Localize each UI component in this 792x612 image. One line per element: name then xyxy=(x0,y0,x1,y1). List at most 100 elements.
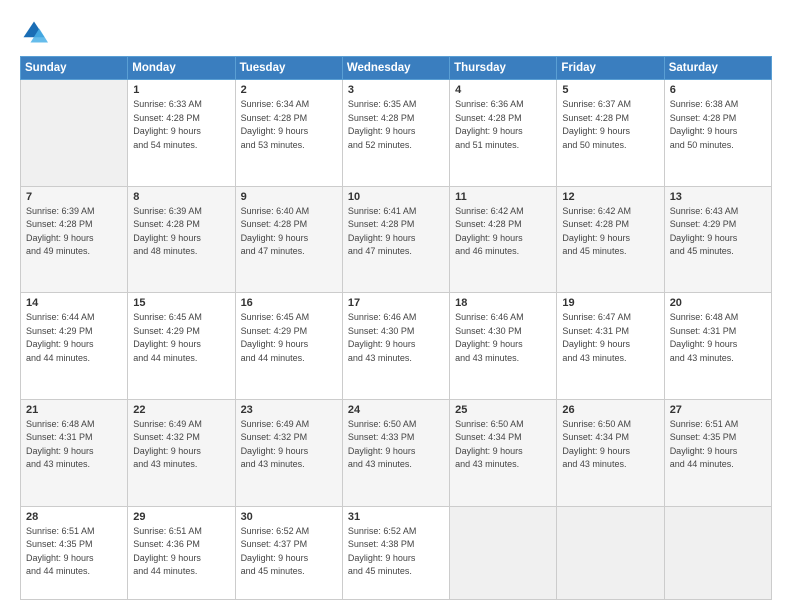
calendar-cell: 5 Sunrise: 6:37 AM Sunset: 4:28 PM Daylig… xyxy=(557,80,664,187)
day-info: Sunrise: 6:46 AM Sunset: 4:30 PM Dayligh… xyxy=(455,311,551,365)
day-number: 27 xyxy=(670,404,766,416)
day-number: 2 xyxy=(241,84,337,96)
calendar-cell xyxy=(450,506,557,599)
calendar-cell: 13Sunrise: 6:43 AM Sunset: 4:29 PM Dayli… xyxy=(664,186,771,293)
calendar-cell: 26 Sunrise: 6:50 AM Sunset: 4:34 PM Dayli… xyxy=(557,399,664,506)
day-number: 3 xyxy=(348,84,444,96)
day-number: 20 xyxy=(670,297,766,309)
calendar-cell xyxy=(21,80,128,187)
calendar-cell: 16 Sunrise: 6:45 AM Sunset: 4:29 PM Dayli… xyxy=(235,293,342,400)
calendar-cell: 19 Sunrise: 6:47 AM Sunset: 4:31 PM Dayli… xyxy=(557,293,664,400)
day-info: Sunrise: 6:47 AM Sunset: 4:31 PM Dayligh… xyxy=(562,311,658,365)
day-info: Sunrise: 6:40 AM Sunset: 4:28 PM Dayligh… xyxy=(241,205,337,259)
calendar-cell: 25 Sunrise: 6:50 AM Sunset: 4:34 PM Dayli… xyxy=(450,399,557,506)
day-info: Sunrise: 6:52 AM Sunset: 4:38 PM Dayligh… xyxy=(348,525,444,579)
day-info: Sunrise: 6:42 AM Sunset: 4:28 PM Dayligh… xyxy=(562,205,658,259)
day-header-thursday: Thursday xyxy=(450,57,557,80)
day-header-monday: Monday xyxy=(128,57,235,80)
calendar-cell: 30Sunrise: 6:52 AM Sunset: 4:37 PM Dayli… xyxy=(235,506,342,599)
calendar-cell: 9 Sunrise: 6:40 AM Sunset: 4:28 PM Daylig… xyxy=(235,186,342,293)
day-number: 9 xyxy=(241,191,337,203)
day-number: 14 xyxy=(26,297,122,309)
calendar-cell: 17 Sunrise: 6:46 AM Sunset: 4:30 PM Dayli… xyxy=(342,293,449,400)
day-number: 23 xyxy=(241,404,337,416)
calendar-cell xyxy=(664,506,771,599)
day-info: Sunrise: 6:46 AM Sunset: 4:30 PM Dayligh… xyxy=(348,311,444,365)
day-info: Sunrise: 6:39 AM Sunset: 4:28 PM Dayligh… xyxy=(26,205,122,259)
calendar-cell: 6Sunrise: 6:38 AM Sunset: 4:28 PM Daylig… xyxy=(664,80,771,187)
calendar-cell: 14 Sunrise: 6:44 AM Sunset: 4:29 PM Dayli… xyxy=(21,293,128,400)
calendar-cell: 27 Sunrise: 6:51 AM Sunset: 4:35 PM Dayli… xyxy=(664,399,771,506)
calendar-cell: 3 Sunrise: 6:35 AM Sunset: 4:28 PM Daylig… xyxy=(342,80,449,187)
day-info: Sunrise: 6:35 AM Sunset: 4:28 PM Dayligh… xyxy=(348,98,444,152)
day-info: Sunrise: 6:36 AM Sunset: 4:28 PM Dayligh… xyxy=(455,98,551,152)
day-number: 29 xyxy=(133,511,229,523)
day-number: 6 xyxy=(670,84,766,96)
day-info: Sunrise: 6:34 AM Sunset: 4:28 PM Dayligh… xyxy=(241,98,337,152)
calendar-week-1: 1 Sunrise: 6:33 AM Sunset: 4:28 PM Daylig… xyxy=(21,80,772,187)
day-header-saturday: Saturday xyxy=(664,57,771,80)
day-number: 7 xyxy=(26,191,122,203)
calendar-cell: 31Sunrise: 6:52 AM Sunset: 4:38 PM Dayli… xyxy=(342,506,449,599)
day-number: 26 xyxy=(562,404,658,416)
day-info: Sunrise: 6:50 AM Sunset: 4:34 PM Dayligh… xyxy=(562,418,658,472)
day-info: Sunrise: 6:33 AM Sunset: 4:28 PM Dayligh… xyxy=(133,98,229,152)
day-info: Sunrise: 6:51 AM Sunset: 4:35 PM Dayligh… xyxy=(670,418,766,472)
day-number: 15 xyxy=(133,297,229,309)
day-number: 18 xyxy=(455,297,551,309)
day-number: 1 xyxy=(133,84,229,96)
logo xyxy=(20,18,52,46)
calendar-cell: 18 Sunrise: 6:46 AM Sunset: 4:30 PM Dayli… xyxy=(450,293,557,400)
page: SundayMondayTuesdayWednesdayThursdayFrid… xyxy=(0,0,792,612)
header xyxy=(20,18,772,46)
calendar-week-2: 7 Sunrise: 6:39 AM Sunset: 4:28 PM Daylig… xyxy=(21,186,772,293)
day-info: Sunrise: 6:44 AM Sunset: 4:29 PM Dayligh… xyxy=(26,311,122,365)
calendar-cell: 15 Sunrise: 6:45 AM Sunset: 4:29 PM Dayli… xyxy=(128,293,235,400)
day-info: Sunrise: 6:39 AM Sunset: 4:28 PM Dayligh… xyxy=(133,205,229,259)
calendar-cell: 11Sunrise: 6:42 AM Sunset: 4:28 PM Dayli… xyxy=(450,186,557,293)
day-info: Sunrise: 6:45 AM Sunset: 4:29 PM Dayligh… xyxy=(241,311,337,365)
day-info: Sunrise: 6:50 AM Sunset: 4:33 PM Dayligh… xyxy=(348,418,444,472)
day-info: Sunrise: 6:51 AM Sunset: 4:35 PM Dayligh… xyxy=(26,525,122,579)
calendar-cell: 23 Sunrise: 6:49 AM Sunset: 4:32 PM Dayli… xyxy=(235,399,342,506)
calendar-cell: 29 Sunrise: 6:51 AM Sunset: 4:36 PM Dayli… xyxy=(128,506,235,599)
day-number: 22 xyxy=(133,404,229,416)
day-number: 12 xyxy=(562,191,658,203)
calendar-cell: 7 Sunrise: 6:39 AM Sunset: 4:28 PM Daylig… xyxy=(21,186,128,293)
day-number: 30 xyxy=(241,511,337,523)
day-info: Sunrise: 6:49 AM Sunset: 4:32 PM Dayligh… xyxy=(133,418,229,472)
calendar-cell: 28 Sunrise: 6:51 AM Sunset: 4:35 PM Dayli… xyxy=(21,506,128,599)
day-number: 17 xyxy=(348,297,444,309)
calendar-week-5: 28 Sunrise: 6:51 AM Sunset: 4:35 PM Dayli… xyxy=(21,506,772,599)
calendar-cell: 20 Sunrise: 6:48 AM Sunset: 4:31 PM Dayli… xyxy=(664,293,771,400)
calendar-cell: 24Sunrise: 6:50 AM Sunset: 4:33 PM Dayli… xyxy=(342,399,449,506)
day-info: Sunrise: 6:41 AM Sunset: 4:28 PM Dayligh… xyxy=(348,205,444,259)
day-info: Sunrise: 6:48 AM Sunset: 4:31 PM Dayligh… xyxy=(670,311,766,365)
day-info: Sunrise: 6:48 AM Sunset: 4:31 PM Dayligh… xyxy=(26,418,122,472)
logo-icon xyxy=(20,18,48,46)
calendar-cell xyxy=(557,506,664,599)
day-info: Sunrise: 6:51 AM Sunset: 4:36 PM Dayligh… xyxy=(133,525,229,579)
day-header-sunday: Sunday xyxy=(21,57,128,80)
calendar-cell: 12 Sunrise: 6:42 AM Sunset: 4:28 PM Dayli… xyxy=(557,186,664,293)
day-number: 16 xyxy=(241,297,337,309)
calendar-cell: 8Sunrise: 6:39 AM Sunset: 4:28 PM Daylig… xyxy=(128,186,235,293)
calendar-cell: 2 Sunrise: 6:34 AM Sunset: 4:28 PM Daylig… xyxy=(235,80,342,187)
calendar-cell: 4Sunrise: 6:36 AM Sunset: 4:28 PM Daylig… xyxy=(450,80,557,187)
calendar-cell: 21 Sunrise: 6:48 AM Sunset: 4:31 PM Dayli… xyxy=(21,399,128,506)
day-number: 5 xyxy=(562,84,658,96)
calendar-table: SundayMondayTuesdayWednesdayThursdayFrid… xyxy=(20,56,772,600)
calendar-cell: 1 Sunrise: 6:33 AM Sunset: 4:28 PM Daylig… xyxy=(128,80,235,187)
day-number: 25 xyxy=(455,404,551,416)
calendar-header-row: SundayMondayTuesdayWednesdayThursdayFrid… xyxy=(21,57,772,80)
day-info: Sunrise: 6:37 AM Sunset: 4:28 PM Dayligh… xyxy=(562,98,658,152)
day-number: 19 xyxy=(562,297,658,309)
day-header-tuesday: Tuesday xyxy=(235,57,342,80)
day-number: 13 xyxy=(670,191,766,203)
day-info: Sunrise: 6:49 AM Sunset: 4:32 PM Dayligh… xyxy=(241,418,337,472)
calendar-week-4: 21 Sunrise: 6:48 AM Sunset: 4:31 PM Dayli… xyxy=(21,399,772,506)
day-info: Sunrise: 6:50 AM Sunset: 4:34 PM Dayligh… xyxy=(455,418,551,472)
day-info: Sunrise: 6:45 AM Sunset: 4:29 PM Dayligh… xyxy=(133,311,229,365)
day-number: 21 xyxy=(26,404,122,416)
day-number: 28 xyxy=(26,511,122,523)
